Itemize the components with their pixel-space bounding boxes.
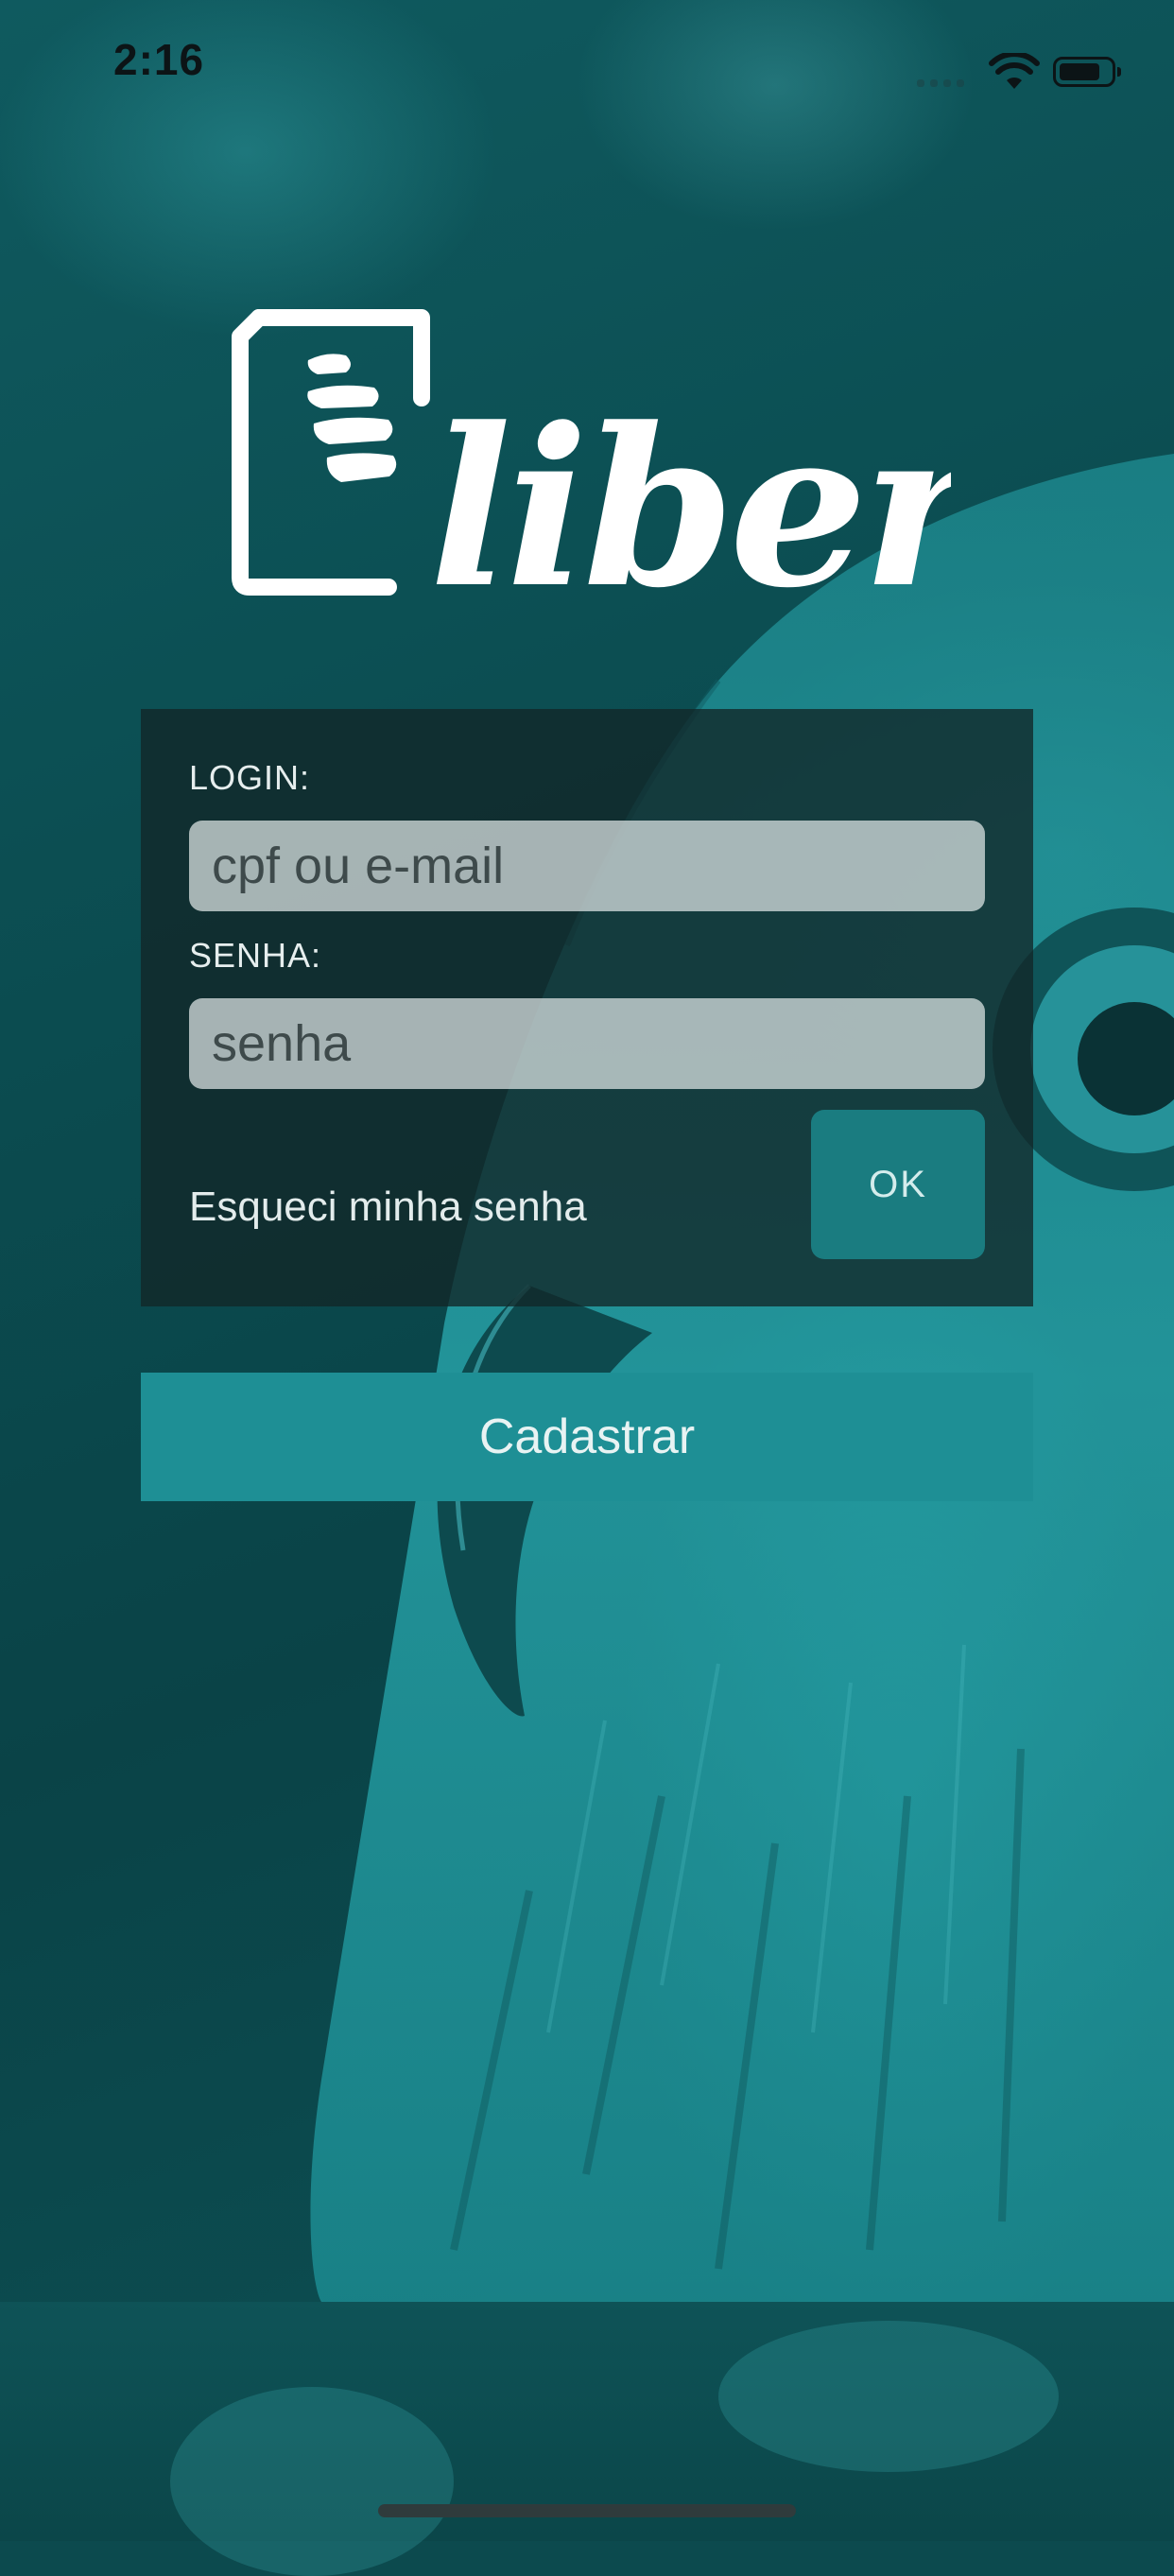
wifi-icon <box>989 53 1040 89</box>
login-input[interactable]: cpf ou e-mail <box>189 821 985 911</box>
register-button[interactable]: Cadastrar <box>141 1373 1033 1501</box>
password-input[interactable]: senha <box>189 998 985 1089</box>
liberi-logo: liberi <box>232 309 951 601</box>
cellular-signal-icon <box>917 78 974 87</box>
login-label: LOGIN: <box>189 758 311 797</box>
status-time: 2:16 <box>113 35 205 84</box>
battery-icon <box>1053 57 1121 87</box>
ok-button[interactable]: OK <box>811 1110 985 1259</box>
forgot-password-link[interactable]: Esqueci minha senha <box>189 1184 587 1231</box>
password-label: SENHA: <box>189 936 322 975</box>
login-panel: LOGIN: cpf ou e-mail SENHA: senha Esquec… <box>141 709 1033 1306</box>
home-indicator <box>378 2504 796 2517</box>
open-hand-book-icon <box>232 309 430 596</box>
brand-wordmark: liberi <box>429 381 951 601</box>
